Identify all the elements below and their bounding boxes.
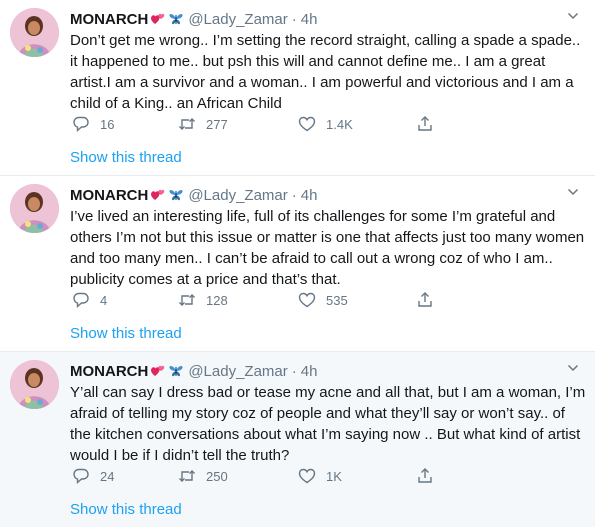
heart-icon [298,116,316,132]
share-button[interactable] [416,290,434,310]
reply-count: 24 [100,468,115,484]
butterfly-emoji [169,190,183,201]
tweet-feed: MONARCH @Lady_Zamar · 4h Don’t get me wr… [0,0,595,527]
avatar[interactable] [10,8,59,57]
separator-dot: · [291,10,297,28]
tweet-text: Don’t get me wrong.. I’m setting the rec… [70,32,581,112]
author-name[interactable]: MONARCH [70,11,148,28]
retweet-count: 277 [206,116,228,132]
retweet-icon [179,470,195,482]
like-count: 1.4K [326,116,353,132]
timestamp[interactable]: 4h [301,187,318,204]
tweet-text: Y’all can say I dress bad or tease my ac… [70,384,586,464]
tweet[interactable]: MONARCH @Lady_Zamar · 4h Don’t get me wr… [0,0,595,176]
reply-count: 4 [100,292,108,308]
reply-button[interactable]: 4 [72,290,107,310]
show-thread-link[interactable]: Show this thread [70,325,182,342]
heart-icon [298,468,316,484]
author-handle[interactable]: @Lady_Zamar [188,363,287,380]
like-button[interactable]: 535 [298,290,348,310]
retweet-button[interactable]: 277 [178,114,228,134]
timestamp[interactable]: 4h [301,11,318,28]
reply-count: 16 [100,116,115,132]
tweet-actions: 16 277 1.4K [72,114,502,134]
butterfly-emoji [169,14,183,25]
retweet-count: 128 [206,292,228,308]
author-name[interactable]: MONARCH [70,187,148,204]
chevron-down-icon[interactable] [567,362,579,374]
separator-dot: · [291,186,297,204]
share-button[interactable] [416,466,434,486]
share-icon [418,292,432,307]
reply-icon [73,468,89,485]
two-hearts-emoji [151,365,165,376]
butterfly-emoji [169,366,183,377]
timestamp[interactable]: 4h [301,363,318,380]
show-thread-link[interactable]: Show this thread [70,149,182,166]
author-handle[interactable]: @Lady_Zamar [188,187,287,204]
share-icon [418,116,432,131]
retweet-button[interactable]: 128 [178,290,228,310]
tweet[interactable]: MONARCH @Lady_Zamar · 4h Y’all can say I… [0,352,595,527]
tweet-text: I’ve lived an interesting life, full of … [70,208,585,288]
reply-button[interactable]: 16 [72,114,114,134]
tweet-header: MONARCH @Lady_Zamar · 4h [70,9,317,29]
tweet-header: MONARCH @Lady_Zamar · 4h [70,361,317,381]
avatar[interactable] [10,360,59,409]
separator-dot: · [291,362,297,380]
like-button[interactable]: 1.4K [298,114,353,134]
reply-icon [73,292,89,309]
author-handle[interactable]: @Lady_Zamar [188,11,287,28]
share-button[interactable] [416,114,434,134]
retweet-icon [179,294,195,306]
like-count: 535 [326,292,348,308]
heart-icon [298,292,316,308]
tweet-actions: 24 250 1K [72,466,502,486]
reply-icon [73,116,89,133]
retweet-icon [179,118,195,130]
author-name[interactable]: MONARCH [70,363,148,380]
share-icon [418,468,432,483]
two-hearts-emoji [151,13,165,24]
like-count: 1K [326,468,342,484]
retweet-count: 250 [206,468,228,484]
two-hearts-emoji [151,189,165,200]
chevron-down-icon[interactable] [567,186,579,198]
tweet-header: MONARCH @Lady_Zamar · 4h [70,185,317,205]
like-button[interactable]: 1K [298,466,342,486]
tweet-actions: 4 128 535 [72,290,502,310]
reply-button[interactable]: 24 [72,466,114,486]
avatar[interactable] [10,184,59,233]
tweet[interactable]: MONARCH @Lady_Zamar · 4h I’ve lived an i… [0,176,595,352]
chevron-down-icon[interactable] [567,10,579,22]
show-thread-link[interactable]: Show this thread [70,501,182,518]
retweet-button[interactable]: 250 [178,466,228,486]
